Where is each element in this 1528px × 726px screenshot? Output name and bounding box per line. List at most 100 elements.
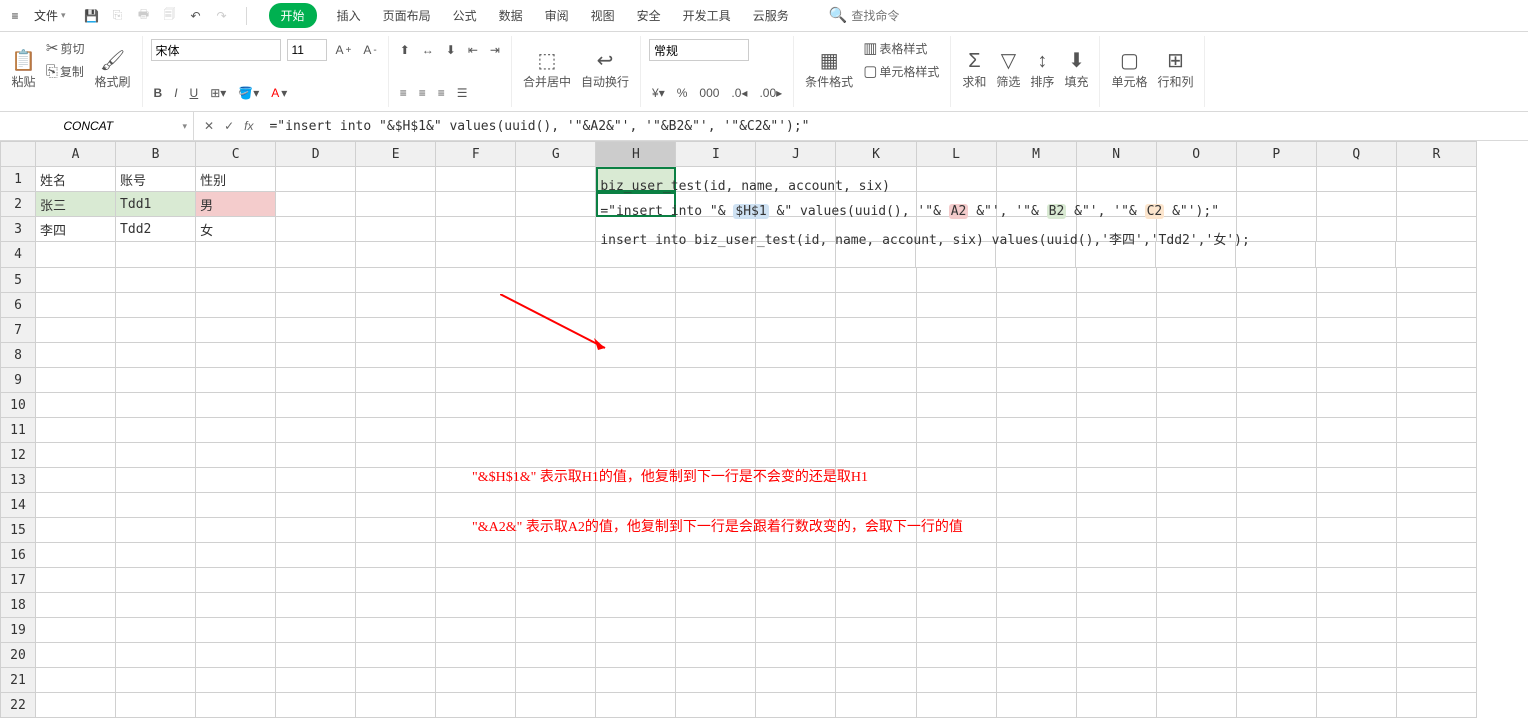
- cut-button[interactable]: ✂剪切: [43, 38, 88, 59]
- cell[interactable]: [36, 393, 116, 418]
- cell[interactable]: [916, 618, 996, 643]
- cell[interactable]: [516, 593, 596, 618]
- cell[interactable]: [116, 493, 196, 518]
- cell[interactable]: [356, 593, 436, 618]
- row-header[interactable]: 10: [1, 393, 36, 418]
- cell[interactable]: [356, 393, 436, 418]
- cell[interactable]: [1236, 543, 1316, 568]
- cell[interactable]: [116, 468, 196, 493]
- cell[interactable]: [596, 568, 676, 593]
- cell[interactable]: [1156, 443, 1236, 468]
- col-header[interactable]: M: [996, 142, 1076, 167]
- col-header[interactable]: B: [116, 142, 196, 167]
- cell[interactable]: [36, 643, 116, 668]
- cell[interactable]: [516, 443, 596, 468]
- cell[interactable]: [676, 493, 756, 518]
- comma-button[interactable]: 000: [696, 84, 722, 102]
- cell[interactable]: [1396, 167, 1476, 192]
- cell[interactable]: [1156, 268, 1236, 293]
- cell[interactable]: [1316, 443, 1396, 468]
- cell[interactable]: [676, 318, 756, 343]
- col-header[interactable]: F: [436, 142, 516, 167]
- cell[interactable]: [36, 568, 116, 593]
- cell[interactable]: [36, 593, 116, 618]
- cell[interactable]: [916, 318, 996, 343]
- indent-dec-button[interactable]: ⇤: [465, 41, 481, 59]
- cell[interactable]: biz_user_test(id, name, account, six): [596, 167, 676, 192]
- cell[interactable]: [356, 368, 436, 393]
- cell[interactable]: [116, 368, 196, 393]
- cell[interactable]: 账号: [116, 167, 196, 192]
- tab-dev[interactable]: 开发工具: [681, 3, 733, 28]
- cell[interactable]: [1396, 543, 1476, 568]
- cell[interactable]: [916, 418, 996, 443]
- cell[interactable]: [196, 568, 276, 593]
- cell[interactable]: [516, 693, 596, 718]
- cell[interactable]: [676, 593, 756, 618]
- row-header[interactable]: 7: [1, 318, 36, 343]
- cell[interactable]: [1156, 167, 1236, 192]
- cell[interactable]: [596, 393, 676, 418]
- cell[interactable]: [1076, 368, 1156, 393]
- copy-button[interactable]: ⎘复制: [43, 61, 88, 82]
- row-header[interactable]: 11: [1, 418, 36, 443]
- cell[interactable]: [196, 318, 276, 343]
- cell[interactable]: [1076, 167, 1156, 192]
- row-header[interactable]: 14: [1, 493, 36, 518]
- cell[interactable]: [1396, 418, 1476, 443]
- cell[interactable]: [756, 618, 836, 643]
- cell[interactable]: [1156, 468, 1236, 493]
- redo-icon[interactable]: ↷: [212, 6, 232, 26]
- align-bottom-button[interactable]: ⬇: [443, 41, 459, 59]
- cell-button[interactable]: ▢单元格: [1108, 38, 1150, 102]
- cell[interactable]: [196, 293, 276, 318]
- cell[interactable]: [756, 668, 836, 693]
- cell[interactable]: [516, 643, 596, 668]
- cell[interactable]: [996, 418, 1076, 443]
- cell[interactable]: [676, 393, 756, 418]
- cell[interactable]: [1236, 343, 1316, 368]
- cell[interactable]: [356, 293, 436, 318]
- cell[interactable]: [836, 418, 916, 443]
- cell[interactable]: [1396, 293, 1476, 318]
- cell[interactable]: 张三: [36, 192, 116, 217]
- cell[interactable]: [676, 443, 756, 468]
- cell[interactable]: [516, 167, 596, 192]
- cell[interactable]: [36, 543, 116, 568]
- cell[interactable]: [356, 643, 436, 668]
- cell[interactable]: [36, 343, 116, 368]
- cell[interactable]: [1316, 318, 1396, 343]
- align-right-button[interactable]: ≡: [435, 84, 448, 102]
- spreadsheet-grid[interactable]: A B C D E F G H I J K L M N O P Q R 1 姓名…: [0, 141, 1477, 718]
- cell[interactable]: [436, 167, 516, 192]
- currency-button[interactable]: ¥▾: [649, 84, 668, 102]
- cell[interactable]: [36, 518, 116, 543]
- cell[interactable]: [836, 693, 916, 718]
- cell[interactable]: 女: [196, 217, 276, 242]
- cell[interactable]: [276, 393, 356, 418]
- cell[interactable]: [916, 693, 996, 718]
- tab-view[interactable]: 视图: [589, 3, 617, 28]
- cell[interactable]: [196, 668, 276, 693]
- row-header[interactable]: 6: [1, 293, 36, 318]
- tab-review[interactable]: 审阅: [543, 3, 571, 28]
- cell[interactable]: [756, 593, 836, 618]
- indent-inc-button[interactable]: ⇥: [487, 41, 503, 59]
- cell[interactable]: [36, 618, 116, 643]
- accept-formula-icon[interactable]: ✓: [224, 119, 234, 133]
- cell[interactable]: [1156, 343, 1236, 368]
- cell[interactable]: [836, 443, 916, 468]
- cell[interactable]: [1316, 192, 1396, 217]
- cell[interactable]: [996, 393, 1076, 418]
- cell[interactable]: [1396, 393, 1476, 418]
- name-box[interactable]: ▾: [0, 112, 194, 141]
- cell[interactable]: [36, 418, 116, 443]
- cell[interactable]: [276, 668, 356, 693]
- cell[interactable]: [276, 217, 356, 242]
- cell[interactable]: [676, 268, 756, 293]
- cell[interactable]: [756, 568, 836, 593]
- cell[interactable]: [1076, 418, 1156, 443]
- wrap-text-button[interactable]: ↩自动换行: [578, 38, 632, 102]
- cell[interactable]: [276, 318, 356, 343]
- cell[interactable]: [276, 493, 356, 518]
